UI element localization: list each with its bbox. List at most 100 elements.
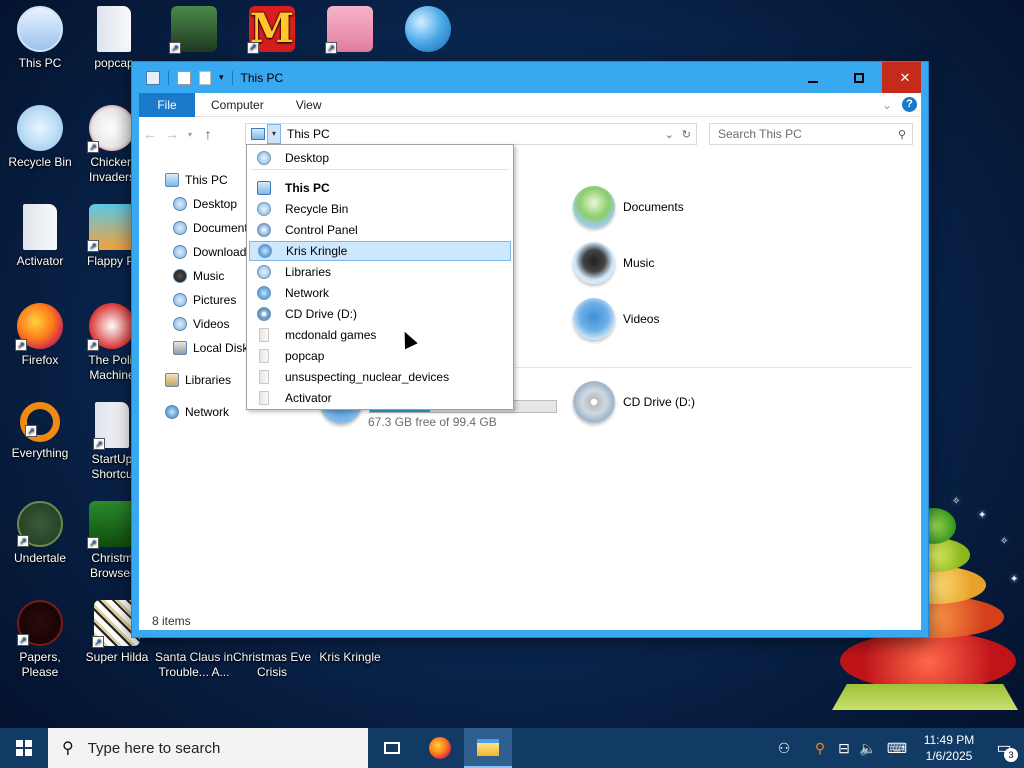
tree-base [832, 684, 1018, 710]
drive-cd[interactable]: CD Drive (D:) [573, 381, 695, 423]
shortcut-arrow-icon: ↗ [17, 535, 29, 547]
file-explorer-window[interactable]: ▾ This PC ✕ File Computer View ⌄ ? ← → ▾… [131, 61, 929, 638]
local-disk-icon [173, 341, 187, 355]
nav-item-network[interactable]: Network [165, 405, 229, 419]
clock[interactable]: 11:49 PM 1/6/2025 [914, 732, 984, 764]
libraries-icon [257, 265, 271, 279]
pictures-icon [173, 293, 187, 307]
nav-item-pictures[interactable]: Pictures [173, 293, 236, 307]
back-icon[interactable]: ← [139, 126, 161, 142]
dropdown-item[interactable]: Libraries [249, 262, 511, 282]
dropdown-item[interactable]: Control Panel [249, 220, 511, 240]
everything-tray-icon[interactable]: ⚲ [808, 740, 832, 757]
network-icon[interactable]: ⊟ [832, 740, 856, 757]
address-history-icon[interactable]: ⌄ [665, 128, 674, 141]
forward-icon[interactable]: → [161, 126, 183, 142]
desktop-icon-character-game[interactable]: ↗ [154, 6, 234, 56]
taskbar-file-explorer[interactable] [464, 728, 512, 768]
desktop-icon-label: Santa Claus in Trouble... A... [154, 650, 234, 679]
desktop-icon-this-pc[interactable]: This PC [0, 6, 80, 71]
search-icon: ⚲ [897, 128, 906, 141]
address-dropdown-button[interactable]: ▾ [267, 124, 281, 144]
desktop-icon-activator[interactable]: Activator [0, 204, 80, 269]
action-center-button[interactable]: ▭ 3 [984, 738, 1024, 762]
desktop-icon-recycle-bin[interactable]: Recycle Bin [0, 105, 80, 170]
dropdown-item[interactable]: Kris Kringle [249, 241, 511, 261]
documents-icon [173, 221, 187, 235]
taskbar-search[interactable]: ⚲ Type here to search [48, 728, 368, 768]
folder-icon: ↗ [93, 402, 129, 450]
desktop-icon-everything[interactable]: ↗ Everything [0, 402, 80, 461]
dropdown-item[interactable]: Network [249, 283, 511, 303]
nav-item-libraries[interactable]: Libraries [165, 373, 231, 387]
pig-game-icon: ↗ [325, 6, 373, 54]
folder-music[interactable]: Music [573, 242, 654, 284]
desktop-icon-papers-please[interactable]: ↗ Papers, Please [0, 600, 80, 680]
recent-locations-icon[interactable]: ▾ [183, 130, 197, 139]
new-folder-icon[interactable] [199, 70, 211, 85]
nav-item-this-pc[interactable]: This PC [165, 173, 228, 187]
title-bar[interactable]: ▾ This PC ✕ [132, 62, 928, 93]
dropdown-item-label: Kris Kringle [286, 244, 348, 258]
tab-computer[interactable]: Computer [195, 93, 280, 117]
customize-toolbar-icon[interactable]: ▾ [219, 72, 224, 83]
nav-item-downloads[interactable]: Download [173, 245, 246, 259]
expand-ribbon-icon[interactable]: ⌄ [882, 98, 892, 112]
nav-item-music[interactable]: Music [173, 269, 224, 283]
maximize-icon [854, 72, 864, 83]
close-button[interactable]: ✕ [882, 62, 928, 93]
this-pc-icon [257, 181, 271, 195]
nav-item-documents[interactable]: Document [173, 221, 248, 235]
task-view-icon [384, 742, 400, 754]
file-explorer-icon [477, 738, 499, 756]
address-bar[interactable]: ▾ This PC ⌄ ↻ [245, 123, 697, 145]
address-path[interactable]: This PC [287, 127, 330, 141]
taskbar-firefox[interactable] [416, 728, 464, 768]
tab-view[interactable]: View [280, 93, 338, 117]
dropdown-item[interactable]: CD Drive (D:) [249, 304, 511, 324]
nav-item-desktop[interactable]: Desktop [173, 197, 237, 211]
tab-file[interactable]: File [139, 92, 195, 117]
dropdown-item[interactable]: Desktop [249, 148, 511, 168]
taskbar-search-input[interactable]: Type here to search [88, 740, 221, 757]
keyboard-icon[interactable]: ⌨ [880, 740, 914, 757]
nav-item-local-disk[interactable]: Local Disk [173, 341, 248, 355]
folder-icon [23, 204, 57, 250]
desktop-icon-undertale[interactable]: ↗ Undertale [0, 501, 80, 566]
help-icon[interactable]: ? [902, 97, 917, 112]
start-button[interactable] [0, 728, 48, 768]
search-box[interactable]: Search This PC ⚲ [709, 123, 913, 145]
refresh-icon[interactable]: ↻ [682, 128, 691, 141]
people-icon[interactable]: ⚇ [772, 740, 796, 757]
drive-label: CD Drive (D:) [623, 395, 695, 409]
desktop-icon-firefox[interactable]: ↗ Firefox [0, 303, 80, 368]
properties-icon[interactable] [177, 70, 191, 85]
desktop-icon-label: Everything [11, 446, 69, 460]
shortcut-arrow-icon: ↗ [325, 42, 337, 54]
shortcut-arrow-icon: ↗ [169, 42, 181, 54]
task-view-button[interactable] [368, 728, 416, 768]
desktop-icon [173, 197, 187, 211]
dropdown-item[interactable]: Activator [249, 388, 511, 408]
folder-documents[interactable]: Documents [573, 186, 684, 228]
nav-item-videos[interactable]: Videos [173, 317, 229, 331]
dropdown-item-label: unsuspecting_nuclear_devices [285, 370, 450, 384]
dropdown-item[interactable]: Recycle Bin [249, 199, 511, 219]
dropdown-item[interactable]: popcap [249, 346, 511, 366]
recycle-bin-icon [257, 202, 271, 216]
desktop-icon-pig-game[interactable]: ↗ [310, 6, 390, 56]
desktop-icon-ie[interactable] [388, 6, 468, 56]
maximize-button[interactable] [836, 62, 882, 93]
tree-layer [840, 632, 1016, 690]
volume-icon[interactable]: 🔈 [856, 740, 880, 757]
minimize-button[interactable] [790, 62, 836, 93]
folder-videos[interactable]: Videos [573, 298, 659, 340]
dropdown-item[interactable]: mcdonald games [249, 325, 511, 345]
dropdown-item[interactable]: This PC [249, 178, 511, 198]
dropdown-item[interactable]: unsuspecting_nuclear_devices [249, 367, 511, 387]
folder-icon [259, 328, 269, 342]
desktop-icon-mcdonalds[interactable]: M ↗ [232, 6, 312, 56]
search-input[interactable]: Search This PC [718, 127, 802, 141]
undertale-icon: ↗ [17, 501, 63, 547]
up-icon[interactable]: ↑ [197, 126, 219, 142]
